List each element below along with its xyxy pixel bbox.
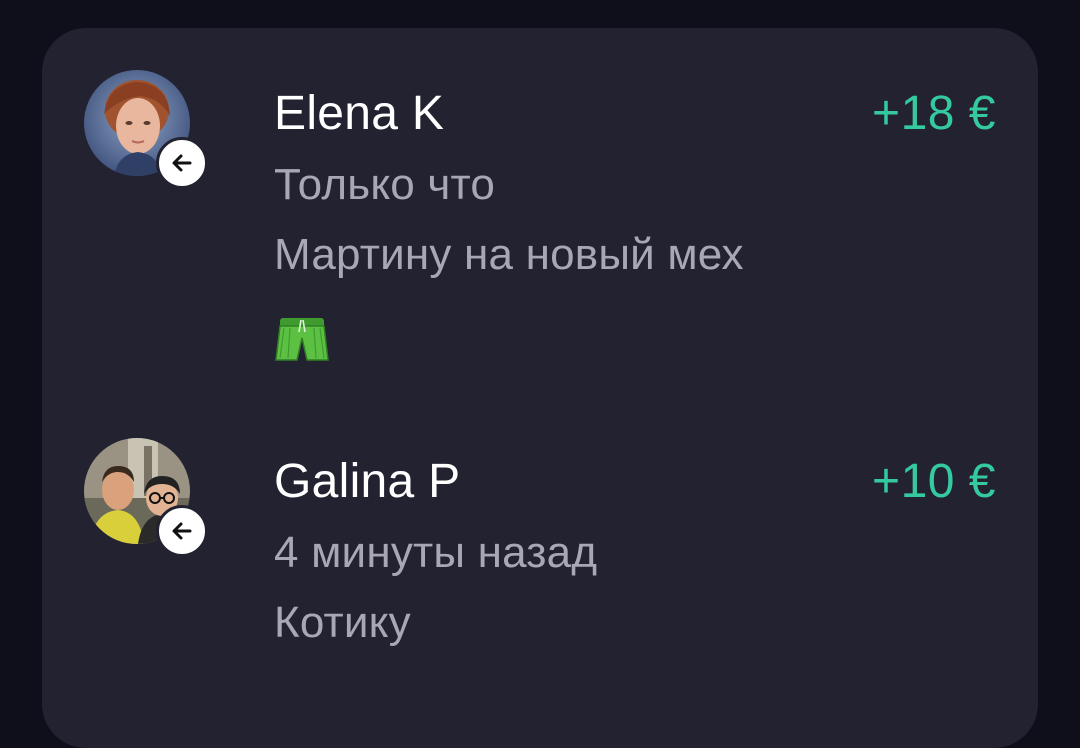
transaction-amount: +18 € (872, 87, 996, 140)
sender-name: Elena K (274, 87, 445, 140)
avatar-container (84, 438, 208, 557)
arrow-left-icon (156, 137, 208, 189)
transactions-card: Elena K +18 € Только что Мартину на новы… (42, 28, 1038, 748)
transaction-time: 4 минуты назад (274, 528, 598, 577)
transaction-comment: Мартину на новый мех (274, 230, 744, 279)
green-shorts-emoji (275, 318, 329, 361)
transaction-item[interactable]: Elena K +18 € Только что Мартину на новы… (84, 70, 996, 370)
transaction-comment: Котику (274, 598, 411, 647)
sender-name: Galina P (274, 455, 461, 508)
transaction-time: Только что (274, 160, 496, 209)
transaction-amount: +10 € (872, 455, 996, 508)
arrow-left-icon (156, 505, 208, 557)
avatar-container (84, 70, 208, 189)
transaction-item[interactable]: Galina P +10 € 4 минуты назад Котику (84, 438, 996, 678)
